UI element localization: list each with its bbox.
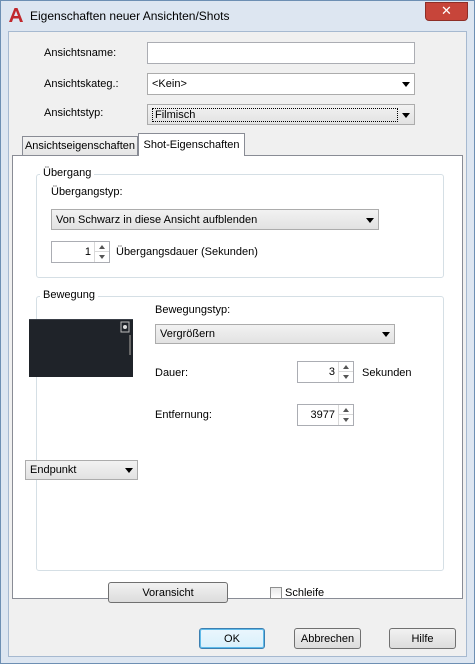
view-category-value: <Kein> — [152, 78, 187, 90]
chevron-down-icon — [402, 112, 410, 118]
view-category-select[interactable]: <Kein> — [147, 73, 415, 95]
close-icon: ✕ — [441, 4, 452, 19]
motion-duration-value: 3 — [328, 366, 335, 378]
title-bar[interactable]: Eigenschaften neuer Ansichten/Shots ✕ — [1, 1, 474, 31]
ok-button[interactable]: OK — [199, 628, 265, 649]
transition-type-label: Übergangstyp: — [51, 186, 123, 198]
help-button[interactable]: Hilfe — [389, 628, 456, 649]
transition-type-select[interactable]: Von Schwarz in diese Ansicht aufblenden — [51, 209, 379, 230]
chevron-down-icon — [125, 468, 133, 473]
spin-down-icon[interactable] — [339, 372, 353, 382]
transition-duration-stepper[interactable]: 1 — [51, 241, 110, 263]
motion-duration-label: Dauer: — [155, 367, 189, 379]
spin-up-icon[interactable] — [95, 242, 109, 252]
view-name-input[interactable] — [147, 42, 415, 64]
tab-view-properties[interactable]: Ansichtseigenschaften — [22, 136, 138, 155]
close-button[interactable]: ✕ — [425, 2, 468, 21]
motion-duration-stepper[interactable]: 3 — [297, 361, 354, 383]
motion-point-select[interactable]: Endpunkt — [25, 460, 138, 480]
preview-button[interactable]: Voransicht — [108, 582, 228, 603]
cancel-button[interactable]: Abbrechen — [294, 628, 361, 649]
motion-distance-value: 3977 — [310, 409, 335, 421]
motion-distance-stepper[interactable]: 3977 — [297, 404, 354, 426]
motion-type-select[interactable]: Vergrößern — [155, 324, 395, 344]
transition-type-value: Von Schwarz in diese Ansicht aufblenden — [56, 213, 258, 226]
spin-up-icon[interactable] — [339, 362, 353, 372]
spin-up-icon[interactable] — [339, 405, 353, 415]
view-type-select[interactable]: Filmisch — [147, 104, 415, 125]
motion-type-label: Bewegungstyp: — [155, 304, 231, 316]
motion-preview-image — [29, 319, 133, 377]
tab-shot-properties[interactable]: Shot-Eigenschaften — [138, 133, 245, 156]
chevron-down-icon — [366, 217, 374, 223]
spin-down-icon[interactable] — [95, 252, 109, 262]
dialog-body: Ansichtsname: Ansichtskateg.: <Kein> Ans… — [8, 31, 467, 657]
loop-label: Schleife — [285, 587, 325, 599]
motion-duration-unit: Sekunden — [362, 367, 412, 379]
motion-distance-label: Entfernung: — [155, 409, 212, 421]
view-type-value: Filmisch — [152, 107, 398, 122]
spin-down-icon[interactable] — [339, 415, 353, 425]
shot-properties-panel: Übergang Übergangstyp: Von Schwarz in di… — [12, 155, 463, 599]
transition-group-title: Übergang — [40, 167, 95, 179]
view-type-label: Ansichtstyp: — [44, 107, 104, 119]
chevron-down-icon — [402, 82, 410, 87]
window-title: Eigenschaften neuer Ansichten/Shots — [30, 9, 230, 23]
motion-type-value: Vergrößern — [160, 328, 216, 340]
view-category-label: Ansichtskateg.: — [44, 78, 119, 90]
transition-duration-value: 1 — [84, 246, 91, 258]
view-name-label: Ansichtsname: — [44, 47, 117, 59]
preview-viewcube-icon — [29, 319, 133, 355]
dialog-window: Eigenschaften neuer Ansichten/Shots ✕ An… — [0, 0, 475, 664]
chevron-down-icon — [382, 332, 390, 337]
motion-group-title: Bewegung — [40, 289, 98, 301]
motion-point-value: Endpunkt — [30, 464, 77, 476]
transition-duration-label: Übergangsdauer (Sekunden) — [116, 246, 258, 258]
autocad-logo-icon — [9, 8, 23, 22]
loop-checkbox[interactable] — [270, 587, 282, 599]
